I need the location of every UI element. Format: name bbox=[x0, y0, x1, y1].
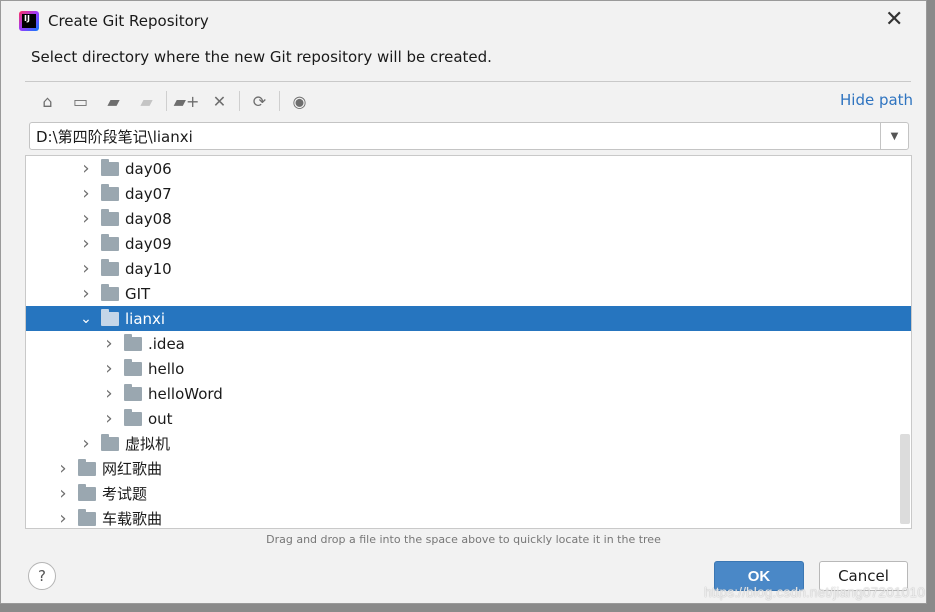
folder-icon bbox=[101, 183, 119, 201]
drag-drop-hint: Drag and drop a file into the space abov… bbox=[266, 533, 661, 546]
tree-item-label: 虚拟机 bbox=[125, 435, 171, 453]
chevron-right-icon[interactable]: › bbox=[56, 458, 70, 479]
project-folder-icon[interactable]: ▰ bbox=[97, 92, 130, 111]
divider bbox=[25, 81, 911, 82]
dialog-title: Create Git Repository bbox=[48, 12, 209, 30]
home-icon[interactable]: ⌂ bbox=[31, 92, 64, 111]
refresh-icon[interactable]: ⟳ bbox=[243, 92, 276, 111]
chevron-right-icon[interactable]: › bbox=[79, 183, 93, 204]
tree-item-label: day09 bbox=[125, 234, 172, 253]
toolbar-separator bbox=[239, 91, 240, 111]
tree-item[interactable]: › 考试题 bbox=[26, 481, 911, 506]
folder-icon bbox=[101, 158, 119, 176]
folder-icon bbox=[101, 208, 119, 226]
tree-item-label: GIT bbox=[125, 284, 151, 303]
tree-item[interactable]: › day08 bbox=[26, 206, 911, 231]
chevron-right-icon[interactable]: › bbox=[79, 208, 93, 229]
tree-item-label: out bbox=[148, 409, 173, 428]
folder-icon bbox=[78, 483, 96, 501]
chevron-right-icon[interactable]: › bbox=[79, 433, 93, 454]
chevron-right-icon[interactable]: › bbox=[102, 333, 116, 354]
chevron-right-icon[interactable]: › bbox=[102, 383, 116, 404]
tree-item-label: day10 bbox=[125, 259, 172, 278]
folder-icon bbox=[101, 283, 119, 301]
tree-item[interactable]: › out bbox=[26, 406, 911, 431]
tree-item-label: day06 bbox=[125, 159, 172, 178]
folder-icon bbox=[101, 258, 119, 276]
chevron-right-icon[interactable]: › bbox=[79, 158, 93, 179]
path-combobox[interactable]: ▼ bbox=[29, 122, 909, 150]
toolbar-separator bbox=[166, 91, 167, 111]
tree-item[interactable]: › day06 bbox=[26, 156, 911, 181]
chevron-right-icon[interactable]: › bbox=[102, 358, 116, 379]
tree-item-label: 车载歌曲 bbox=[102, 510, 163, 528]
directory-tree[interactable]: › day06 › day07 › day08 › day09 › day10 › GIT ⌄ lianx… bbox=[25, 155, 912, 529]
chevron-right-icon[interactable]: › bbox=[79, 283, 93, 304]
intellij-logo-icon: IJ bbox=[19, 11, 39, 31]
chevron-right-icon[interactable]: › bbox=[79, 233, 93, 254]
tree-item-label: hello bbox=[148, 359, 185, 378]
tree-item[interactable]: › 车载歌曲 bbox=[26, 506, 911, 531]
tree-item[interactable]: › 网红歌曲 bbox=[26, 456, 911, 481]
tree-item[interactable]: ⌄ lianxi bbox=[26, 306, 911, 331]
tree-item-label: 考试题 bbox=[102, 485, 148, 503]
folder-icon bbox=[78, 458, 96, 476]
tree-item[interactable]: › .idea bbox=[26, 331, 911, 356]
module-folder-icon[interactable]: ▰ bbox=[130, 92, 163, 111]
tree-item-label: 网红歌曲 bbox=[102, 460, 163, 478]
help-button[interactable]: ? bbox=[28, 562, 56, 590]
chevron-right-icon[interactable]: › bbox=[102, 408, 116, 429]
tree-item-label: .idea bbox=[148, 334, 185, 353]
chevron-right-icon[interactable]: › bbox=[56, 508, 70, 529]
tree-item[interactable]: › day10 bbox=[26, 256, 911, 281]
show-hidden-icon[interactable]: ◉ bbox=[283, 92, 316, 111]
dialog-description: Select directory where the new Git repos… bbox=[31, 48, 492, 66]
path-input[interactable] bbox=[30, 123, 880, 149]
tree-item-label: lianxi bbox=[125, 309, 166, 328]
chevron-down-icon[interactable]: ▼ bbox=[880, 123, 908, 149]
tree-item[interactable]: › helloWord bbox=[26, 381, 911, 406]
folder-icon bbox=[101, 433, 119, 451]
folder-icon bbox=[78, 508, 96, 526]
hide-path-link[interactable]: Hide path bbox=[840, 91, 913, 109]
new-folder-icon[interactable]: ▰+ bbox=[170, 92, 203, 111]
create-git-repository-dialog: IJ Create Git Repository ✕ Select direct… bbox=[0, 0, 927, 604]
scrollbar-thumb[interactable] bbox=[900, 434, 910, 524]
folder-icon bbox=[124, 383, 142, 401]
tree-item-label: day08 bbox=[125, 209, 172, 228]
title-bar: IJ Create Git Repository bbox=[19, 9, 209, 33]
tree-item[interactable]: › hello bbox=[26, 356, 911, 381]
tree-item[interactable]: › day09 bbox=[26, 231, 911, 256]
folder-icon bbox=[124, 333, 142, 351]
close-icon[interactable]: ✕ bbox=[885, 7, 903, 32]
desktop-icon[interactable]: ▭ bbox=[64, 92, 97, 111]
tree-item[interactable]: › day07 bbox=[26, 181, 911, 206]
toolbar: ⌂ ▭ ▰ ▰ ▰+ ✕ ⟳ ◉ bbox=[31, 89, 316, 113]
tree-item[interactable]: › GIT bbox=[26, 281, 911, 306]
folder-icon bbox=[101, 308, 119, 326]
chevron-down-icon[interactable]: ⌄ bbox=[79, 311, 93, 327]
folder-icon bbox=[101, 233, 119, 251]
delete-icon[interactable]: ✕ bbox=[203, 92, 236, 111]
watermark: https://blog.csdn.net/jiang07201010 bbox=[703, 584, 925, 600]
tree-item[interactable]: › 虚拟机 bbox=[26, 431, 911, 456]
tree-item-label: helloWord bbox=[148, 384, 223, 403]
folder-icon bbox=[124, 358, 142, 376]
tree-item-label: day07 bbox=[125, 184, 172, 203]
chevron-right-icon[interactable]: › bbox=[79, 258, 93, 279]
folder-icon bbox=[124, 408, 142, 426]
toolbar-separator bbox=[279, 91, 280, 111]
chevron-right-icon[interactable]: › bbox=[56, 483, 70, 504]
